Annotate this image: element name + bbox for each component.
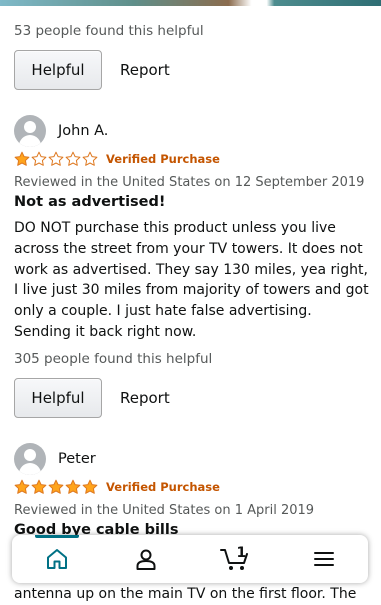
review-body: DO NOT purchase this product unless you … bbox=[14, 220, 369, 340]
reviewer[interactable]: Peter bbox=[14, 443, 96, 475]
review-date: Reviewed in the United States on 12 Sept… bbox=[14, 175, 365, 190]
rating-row: Verified Purchase bbox=[14, 479, 220, 495]
cart-count: 1 bbox=[236, 545, 247, 561]
helpful-button[interactable]: Helpful bbox=[14, 50, 102, 90]
avatar bbox=[14, 115, 46, 147]
menu-icon bbox=[313, 552, 334, 566]
verified-purchase-badge: Verified Purchase bbox=[106, 480, 220, 494]
star-filled-icon bbox=[14, 151, 30, 166]
review-actions: Helpful Report bbox=[14, 50, 170, 90]
star-empty-icon bbox=[31, 151, 47, 166]
bottom-nav: 1 bbox=[12, 535, 368, 583]
product-image-strip bbox=[0, 0, 381, 6]
nav-menu[interactable] bbox=[294, 535, 354, 583]
avatar bbox=[14, 443, 46, 475]
report-link[interactable]: Report bbox=[120, 61, 170, 79]
star-empty-icon bbox=[65, 151, 81, 166]
star-empty-icon bbox=[82, 151, 98, 166]
account-icon bbox=[136, 549, 155, 570]
review-body: antenna up on the main TV on the first f… bbox=[14, 586, 357, 602]
helpful-count: 305 people found this helpful bbox=[14, 351, 213, 367]
reviewer-name: John A. bbox=[58, 123, 109, 139]
star-filled-icon bbox=[82, 479, 98, 494]
verified-purchase-badge: Verified Purchase bbox=[106, 152, 220, 166]
review-date: Reviewed in the United States on 1 April… bbox=[14, 503, 315, 518]
nav-home[interactable] bbox=[27, 535, 87, 583]
star-filled-icon bbox=[65, 479, 81, 494]
helpful-button[interactable]: Helpful bbox=[14, 378, 102, 418]
review-actions: Helpful Report bbox=[14, 378, 170, 418]
star-empty-icon bbox=[48, 151, 64, 166]
nav-cart[interactable]: 1 bbox=[205, 535, 265, 583]
rating-row: Verified Purchase bbox=[14, 151, 220, 167]
review-title: Not as advertised! bbox=[14, 194, 166, 210]
reviewer-name: Peter bbox=[58, 451, 96, 467]
helpful-count: 53 people found this helpful bbox=[14, 23, 204, 39]
reviewer[interactable]: John A. bbox=[14, 115, 108, 147]
star-filled-icon bbox=[31, 479, 47, 494]
star-filled-icon bbox=[14, 479, 30, 494]
report-link[interactable]: Report bbox=[120, 389, 170, 407]
star-filled-icon bbox=[48, 479, 64, 494]
star-rating bbox=[14, 479, 98, 495]
nav-account[interactable] bbox=[116, 535, 176, 583]
star-rating bbox=[14, 151, 98, 167]
home-icon bbox=[46, 549, 67, 569]
